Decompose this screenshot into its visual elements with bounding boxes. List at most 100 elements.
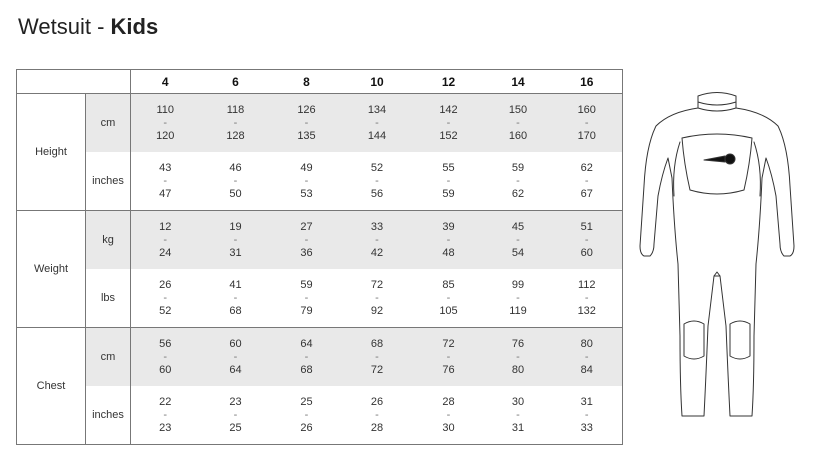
size-range-cell: 51-60 <box>551 210 623 269</box>
range-max: 48 <box>442 246 455 259</box>
range-max: 120 <box>156 129 175 142</box>
range-separator: - <box>375 408 379 421</box>
range-min: 59 <box>511 161 525 174</box>
range-max: 105 <box>439 304 458 317</box>
range-max: 53 <box>300 187 313 200</box>
range-max: 92 <box>370 304 384 317</box>
range-separator: - <box>304 233 309 246</box>
size-range-cell: 52-56 <box>341 152 413 211</box>
range-max: 25 <box>229 421 242 434</box>
size-header: 14 <box>484 69 552 94</box>
range-min: 64 <box>300 337 313 350</box>
unit-label: kg <box>85 210 131 269</box>
size-header: 12 <box>412 69 485 94</box>
range-max: 47 <box>159 187 172 200</box>
size-range-cell: 126-135 <box>271 93 342 152</box>
range-min: 25 <box>300 395 313 408</box>
range-min: 110 <box>156 103 175 116</box>
unit-label: lbs <box>85 269 131 328</box>
size-row: lbs 26-52 41-68 59-79 72-92 85-105 99-119 112-1… <box>17 269 623 328</box>
size-row: Height cm 110-120 118-128 126-135 134-144 142-… <box>16 93 623 211</box>
size-range-cell: 134-144 <box>341 93 413 152</box>
range-min: 72 <box>370 278 384 291</box>
size-range-cell: 23-25 <box>199 386 272 445</box>
size-range-cell: 72-76 <box>412 327 485 386</box>
range-max: 160 <box>508 129 528 142</box>
size-range-cell: 59-79 <box>271 269 342 328</box>
range-separator: - <box>584 350 589 363</box>
size-range-cell: 150-160 <box>484 93 552 152</box>
size-range-cell: 118-128 <box>199 93 272 152</box>
range-separator: - <box>163 350 168 363</box>
range-max: 84 <box>580 363 593 376</box>
range-max: 50 <box>229 187 242 200</box>
range-min: 26 <box>159 278 172 291</box>
range-max: 42 <box>370 246 384 259</box>
size-range-cell: 30-31 <box>484 386 552 445</box>
range-max: 56 <box>370 187 384 200</box>
range-min: 46 <box>229 161 242 174</box>
size-range-cell: 25-26 <box>271 386 342 445</box>
range-separator: - <box>446 174 451 187</box>
range-separator: - <box>375 174 379 187</box>
range-min: 41 <box>229 278 242 291</box>
measurement-category: Chest <box>16 327 86 445</box>
size-range-cell: 46-50 <box>199 152 272 211</box>
size-range-cell: 33-42 <box>341 210 413 269</box>
measurement-category: Height <box>16 93 86 211</box>
range-min: 60 <box>229 337 242 350</box>
range-max: 62 <box>511 187 525 200</box>
size-range-cell: 110-120 <box>130 93 200 152</box>
range-separator: - <box>446 408 451 421</box>
range-min: 80 <box>580 337 593 350</box>
range-max: 30 <box>442 421 455 434</box>
size-range-cell: 26-28 <box>341 386 413 445</box>
range-max: 59 <box>442 187 455 200</box>
range-max: 132 <box>577 304 596 317</box>
range-max: 36 <box>300 246 313 259</box>
range-separator: - <box>584 233 589 246</box>
range-min: 59 <box>300 278 313 291</box>
range-separator: - <box>446 350 451 363</box>
title-prefix: Wetsuit - <box>18 14 111 39</box>
range-separator: - <box>516 233 520 246</box>
header-corner-unit <box>85 69 131 94</box>
range-max: 152 <box>439 129 458 142</box>
measurement-category: Weight <box>16 210 86 328</box>
range-min: 99 <box>511 278 525 291</box>
range-separator: - <box>446 233 451 246</box>
size-row: inches 22-23 23-25 25-26 26-28 28-30 30-31 31-3… <box>17 386 623 445</box>
size-range-cell: 64-68 <box>271 327 342 386</box>
size-range-cell: 72-92 <box>341 269 413 328</box>
range-separator: - <box>163 233 168 246</box>
size-header: 4 <box>130 69 200 94</box>
range-max: 80 <box>511 363 525 376</box>
size-header: 6 <box>199 69 272 94</box>
range-min: 160 <box>577 103 596 116</box>
range-separator: - <box>163 291 168 304</box>
range-min: 33 <box>370 220 384 233</box>
range-max: 64 <box>229 363 242 376</box>
range-max: 31 <box>511 421 525 434</box>
size-header: 16 <box>551 69 623 94</box>
range-separator: - <box>163 174 168 187</box>
range-min: 134 <box>367 103 387 116</box>
range-min: 43 <box>159 161 172 174</box>
range-separator: - <box>233 291 238 304</box>
range-separator: - <box>375 233 379 246</box>
range-max: 79 <box>300 304 313 317</box>
size-row: inches 43-47 46-50 49-53 52-56 55-59 59-62 62-6… <box>17 152 623 211</box>
size-range-cell: 28-30 <box>412 386 485 445</box>
size-range-cell: 41-68 <box>199 269 272 328</box>
range-min: 22 <box>159 395 172 408</box>
unit-label: inches <box>85 152 131 211</box>
range-min: 118 <box>226 103 245 116</box>
range-max: 119 <box>509 304 527 317</box>
range-max: 26 <box>300 421 313 434</box>
title-bold: Kids <box>110 14 159 39</box>
range-min: 12 <box>159 220 172 233</box>
range-min: 126 <box>297 103 316 116</box>
range-min: 26 <box>370 395 384 408</box>
size-range-cell: 160-170 <box>551 93 623 152</box>
range-separator: - <box>375 116 379 129</box>
